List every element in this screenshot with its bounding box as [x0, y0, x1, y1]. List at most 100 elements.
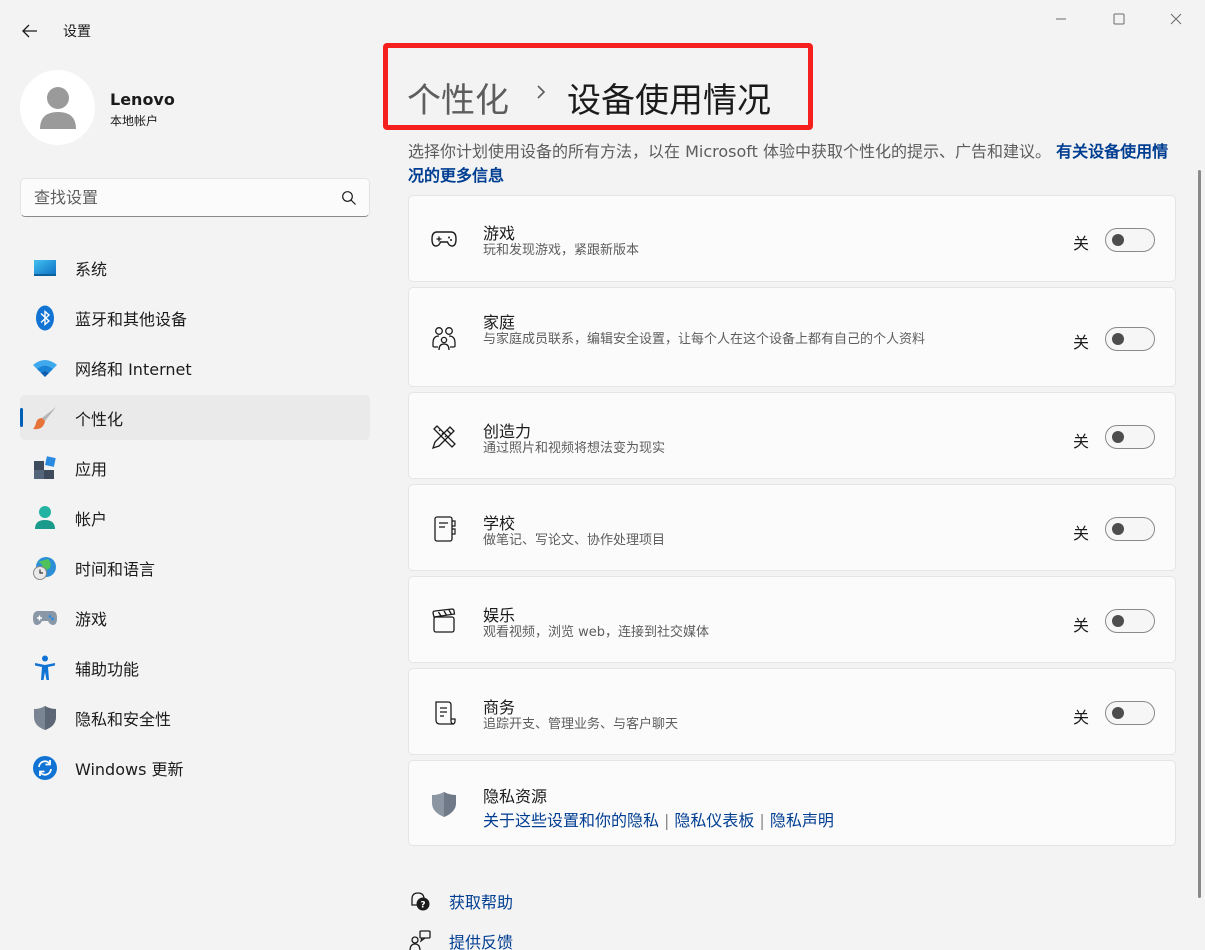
app-title: 设置 [63, 24, 91, 40]
account-icon [32, 505, 58, 531]
toggle-state-label: 关 [1072, 234, 1089, 253]
sidebar-item-accounts[interactable]: 帐户 [20, 495, 370, 540]
toggle-state-label: 关 [1072, 432, 1089, 451]
user-name: Lenovo [110, 90, 175, 109]
page-description: 选择你计划使用设备的所有方法，以在 Microsoft 体验中获取个性化的提示、… [408, 140, 1178, 188]
apps-icon [32, 455, 58, 481]
sidebar-item-label: 个性化 [75, 409, 124, 429]
card-school: 学校 做笔记、写论文、协作处理项目 关 [408, 484, 1176, 571]
sidebar-item-privacy[interactable]: 隐私和安全性 [20, 695, 370, 740]
search-input[interactable] [21, 179, 331, 216]
family-toggle[interactable] [1105, 327, 1155, 351]
bluetooth-icon [32, 305, 58, 331]
sidebar-item-label: 辅助功能 [75, 659, 140, 679]
page-title: 设备使用情况 [567, 81, 771, 121]
toggle-state-label: 关 [1072, 616, 1089, 635]
feedback-link[interactable]: 提供反馈 [449, 929, 513, 950]
sidebar-nav: 系统 蓝牙和其他设备 网络和 Internet 个性化 应用 帐户 时间和语言 … [20, 245, 370, 795]
card-subtitle: 通过照片和视频将想法变为现实 [483, 441, 666, 456]
svg-text:?: ? [420, 901, 425, 911]
shield-icon [32, 705, 58, 731]
toggle-knob [1112, 234, 1124, 246]
sidebar-item-time-language[interactable]: 时间和语言 [20, 545, 370, 590]
card-subtitle: 与家庭成员联系，编辑安全设置，让每个人在这个设备上都有自己的个人资料 [483, 332, 926, 347]
close-button[interactable] [1153, 6, 1199, 32]
sidebar-item-label: 网络和 Internet [75, 359, 192, 379]
shield-icon [429, 789, 459, 819]
gaming-toggle[interactable] [1105, 228, 1155, 252]
privacy-links: 关于这些设置和你的隐私 | 隐私仪表板 | 隐私声明 [483, 807, 834, 831]
brush-icon [32, 405, 58, 431]
card-business: 商务 追踪开支、管理业务、与客户聊天 关 [408, 668, 1176, 755]
toggle-knob [1112, 431, 1124, 443]
privacy-statement-link[interactable]: 隐私声明 [770, 811, 834, 830]
creativity-toggle[interactable] [1105, 425, 1155, 449]
description-text: 选择你计划使用设备的所有方法，以在 Microsoft 体验中获取个性化的提示、… [408, 142, 1051, 161]
user-profile[interactable]: Lenovo 本地帐户 [20, 70, 370, 146]
sidebar-item-windows-update[interactable]: Windows 更新 [20, 745, 370, 790]
toggle-state-label: 关 [1072, 333, 1089, 352]
card-privacy-resources: 隐私资源 关于这些设置和你的隐私 | 隐私仪表板 | 隐私声明 [408, 760, 1176, 846]
search-icon[interactable] [341, 190, 357, 206]
entertainment-toggle[interactable] [1105, 609, 1155, 633]
sidebar-item-gaming[interactable]: 游戏 [20, 595, 370, 640]
gamepad-icon [429, 224, 459, 254]
sidebar-item-apps[interactable]: 应用 [20, 445, 370, 490]
link-divider: | [759, 811, 765, 830]
sidebar-item-label: 游戏 [75, 609, 108, 629]
help-chat-icon: ? [408, 889, 432, 913]
family-icon [429, 324, 459, 354]
back-button[interactable] [16, 18, 44, 44]
toggle-knob [1112, 615, 1124, 627]
person-icon [39, 86, 76, 129]
link-divider: | [664, 811, 670, 830]
toggle-knob [1112, 707, 1124, 719]
card-family: 家庭 与家庭成员联系，编辑安全设置，让每个人在这个设备上都有自己的个人资料 关 [408, 287, 1176, 387]
toggle-state-label: 关 [1072, 708, 1089, 727]
business-toggle[interactable] [1105, 701, 1155, 725]
sidebar-item-label: 隐私和安全性 [75, 709, 172, 729]
globe-clock-icon [32, 555, 58, 581]
update-icon [32, 755, 58, 781]
sidebar-item-personalization[interactable]: 个性化 [20, 395, 370, 440]
card-creativity: 创造力 通过照片和视频将想法变为现实 关 [408, 392, 1176, 479]
chevron-right-icon [537, 85, 546, 99]
get-help-link[interactable]: 获取帮助 [449, 889, 513, 913]
sidebar-item-label: 蓝牙和其他设备 [75, 309, 188, 329]
feedback-icon [408, 929, 432, 950]
card-subtitle: 做笔记、写论文、协作处理项目 [483, 533, 666, 548]
account-type: 本地帐户 [110, 114, 159, 128]
privacy-settings-link[interactable]: 关于这些设置和你的隐私 [483, 811, 659, 830]
sidebar-item-label: Windows 更新 [75, 759, 184, 779]
sidebar-item-accessibility[interactable]: 辅助功能 [20, 645, 370, 690]
card-subtitle: 追踪开支、管理业务、与客户聊天 [483, 717, 679, 732]
maximize-icon [1113, 13, 1125, 25]
search-box [20, 178, 370, 217]
get-help-row: ? 获取帮助 [408, 889, 513, 913]
feedback-row: 提供反馈 [408, 929, 513, 950]
toggle-knob [1112, 333, 1124, 345]
card-subtitle: 观看视频，浏览 web，连接到社交媒体 [483, 625, 710, 640]
sidebar-item-system[interactable]: 系统 [20, 245, 370, 290]
school-toggle[interactable] [1105, 517, 1155, 541]
maximize-button[interactable] [1096, 6, 1142, 32]
system-icon [32, 255, 58, 281]
breadcrumb-parent[interactable]: 个性化 [407, 73, 509, 122]
scrollbar[interactable] [1198, 170, 1201, 898]
sidebar-item-network[interactable]: 网络和 Internet [20, 345, 370, 390]
avatar [20, 70, 95, 145]
clapperboard-icon [429, 606, 459, 636]
privacy-dashboard-link[interactable]: 隐私仪表板 [674, 811, 754, 830]
sidebar-item-label: 应用 [75, 459, 108, 479]
accessibility-icon [32, 655, 58, 681]
sidebar-item-label: 时间和语言 [75, 559, 156, 579]
wifi-icon [32, 355, 58, 381]
close-icon [1170, 13, 1182, 25]
minimize-button[interactable] [1038, 6, 1084, 32]
notebook-icon [429, 514, 459, 544]
card-gaming: 游戏 玩和发现游戏，紧跟新版本 关 [408, 195, 1176, 282]
card-subtitle: 玩和发现游戏，紧跟新版本 [483, 243, 640, 258]
document-icon [429, 698, 459, 728]
sidebar-item-label: 帐户 [75, 509, 108, 529]
sidebar-item-bluetooth[interactable]: 蓝牙和其他设备 [20, 295, 370, 340]
